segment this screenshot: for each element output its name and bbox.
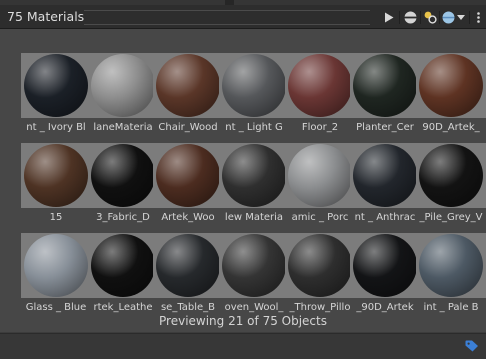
material-sphere-preview <box>288 234 352 297</box>
material-item[interactable]: _90D_Artek <box>350 233 420 315</box>
material-item[interactable]: _Pile_Grey_V <box>416 143 486 225</box>
material-sphere-preview <box>91 54 155 117</box>
material-label: nt _ Light G <box>216 121 292 135</box>
preview-drag-bar[interactable] <box>84 10 370 25</box>
bottom-bar <box>0 333 486 359</box>
material-label-text: 15 <box>49 212 63 223</box>
material-thumbnail <box>21 143 91 208</box>
material-sphere-preview <box>419 144 483 207</box>
material-label: 15 <box>18 211 94 225</box>
material-label-text: 3_Fabric_D <box>96 212 150 223</box>
material-label-text: Chair_Wood <box>158 122 218 133</box>
material-thumbnail <box>285 53 355 118</box>
material-item[interactable]: int _ Pale B <box>416 233 486 315</box>
material-sphere-preview <box>91 234 155 297</box>
material-thumbnail <box>153 143 223 208</box>
material-label: Planter_Cer <box>347 121 423 135</box>
material-item[interactable]: nt _ Anthrac <box>350 143 420 225</box>
more-options-icon[interactable] <box>473 8 483 26</box>
material-label: Artek_Woo <box>150 211 226 225</box>
material-thumbnail <box>285 233 355 298</box>
material-item[interactable]: Chair_Wood <box>153 53 223 135</box>
material-thumbnail <box>350 143 420 208</box>
material-sphere-preview <box>222 234 286 297</box>
tag-icon[interactable] <box>461 337 483 355</box>
material-label: nt _ Anthrac <box>347 211 423 225</box>
material-label-text: amic _ Porc <box>291 212 349 223</box>
material-label-text: 90D_Artek_ <box>422 122 480 133</box>
material-sphere-preview <box>156 144 220 207</box>
material-thumbnail <box>219 233 289 298</box>
material-sphere-preview <box>288 54 352 117</box>
material-sphere-preview <box>24 234 88 297</box>
material-sphere-preview <box>156 54 220 117</box>
material-item[interactable]: lew Materia <box>219 143 289 225</box>
material-item[interactable]: 15 <box>21 143 91 225</box>
material-item[interactable]: Planter_Cer <box>350 53 420 135</box>
preview-title: 75 Materials <box>7 9 85 24</box>
material-thumbnail <box>219 143 289 208</box>
material-label-text: Planter_Cer <box>356 122 414 133</box>
material-thumbnail <box>21 53 91 118</box>
material-item[interactable]: Artek_Woo <box>153 143 223 225</box>
material-label-text: laneMateria <box>93 122 153 133</box>
material-sphere-preview <box>419 234 483 297</box>
material-sphere-preview <box>353 54 417 117</box>
material-label-text: nt _ Light G <box>225 122 283 133</box>
material-item[interactable]: Floor_2 <box>285 53 355 135</box>
material-label-text: Artek_Woo <box>161 212 215 223</box>
material-item[interactable]: amic _ Porc <box>285 143 355 225</box>
material-thumbnail <box>88 53 158 118</box>
material-sphere-preview <box>222 144 286 207</box>
material-label: nt _ Ivory Bl <box>18 121 94 135</box>
material-thumbnail <box>350 233 420 298</box>
material-thumbnail <box>219 53 289 118</box>
environment-sphere-icon[interactable] <box>441 8 455 26</box>
preview-header: 75 Materials <box>0 5 486 29</box>
material-sphere-preview <box>353 234 417 297</box>
material-thumbnail <box>153 233 223 298</box>
material-item[interactable]: rtek_Leathe <box>88 233 158 315</box>
material-sphere-preview <box>353 144 417 207</box>
material-sphere-preview <box>91 144 155 207</box>
sphere-preview-icon[interactable] <box>402 8 418 26</box>
material-item[interactable]: se_Table_B <box>153 233 223 315</box>
material-thumbnail <box>21 233 91 298</box>
material-label: 90D_Artek_ <box>413 121 486 135</box>
material-item[interactable]: _Throw_Pillo <box>285 233 355 315</box>
material-thumbnail <box>153 53 223 118</box>
material-sphere-preview <box>156 234 220 297</box>
material-label: Chair_Wood <box>150 121 226 135</box>
dropdown-arrow-icon[interactable] <box>456 8 466 26</box>
material-sphere-preview <box>419 54 483 117</box>
material-sphere-preview <box>24 144 88 207</box>
material-label: _Pile_Grey_V <box>413 211 486 225</box>
material-thumbnail <box>416 233 486 298</box>
material-item[interactable]: laneMateria <box>88 53 158 135</box>
material-thumbnail <box>350 53 420 118</box>
material-item[interactable]: oven_Wool_ <box>219 233 289 315</box>
material-item[interactable]: 90D_Artek_ <box>416 53 486 135</box>
material-thumbnail <box>88 143 158 208</box>
material-label-text: _Pile_Grey_V <box>419 212 483 223</box>
material-thumbnail <box>285 143 355 208</box>
material-label-text: Floor_2 <box>301 122 339 133</box>
play-icon[interactable] <box>382 8 396 26</box>
material-sphere-preview <box>24 54 88 117</box>
material-sphere-preview <box>288 144 352 207</box>
material-item[interactable]: nt _ Ivory Bl <box>21 53 91 135</box>
material-label-text: nt _ Anthrac <box>354 212 416 223</box>
light-toggle-icon[interactable] <box>422 8 438 26</box>
preview-status: Previewing 21 of 75 Objects <box>159 314 327 328</box>
material-label-text: lew Materia <box>224 212 284 223</box>
material-thumbnail <box>416 53 486 118</box>
material-thumbnail <box>88 233 158 298</box>
material-sphere-preview <box>222 54 286 117</box>
material-label: lew Materia <box>216 211 292 225</box>
material-item[interactable]: 3_Fabric_D <box>88 143 158 225</box>
material-thumbnail <box>416 143 486 208</box>
material-item[interactable]: Glass _ Blue <box>21 233 91 315</box>
material-label-text: nt _ Ivory Bl <box>26 122 86 133</box>
material-item[interactable]: nt _ Light G <box>219 53 289 135</box>
